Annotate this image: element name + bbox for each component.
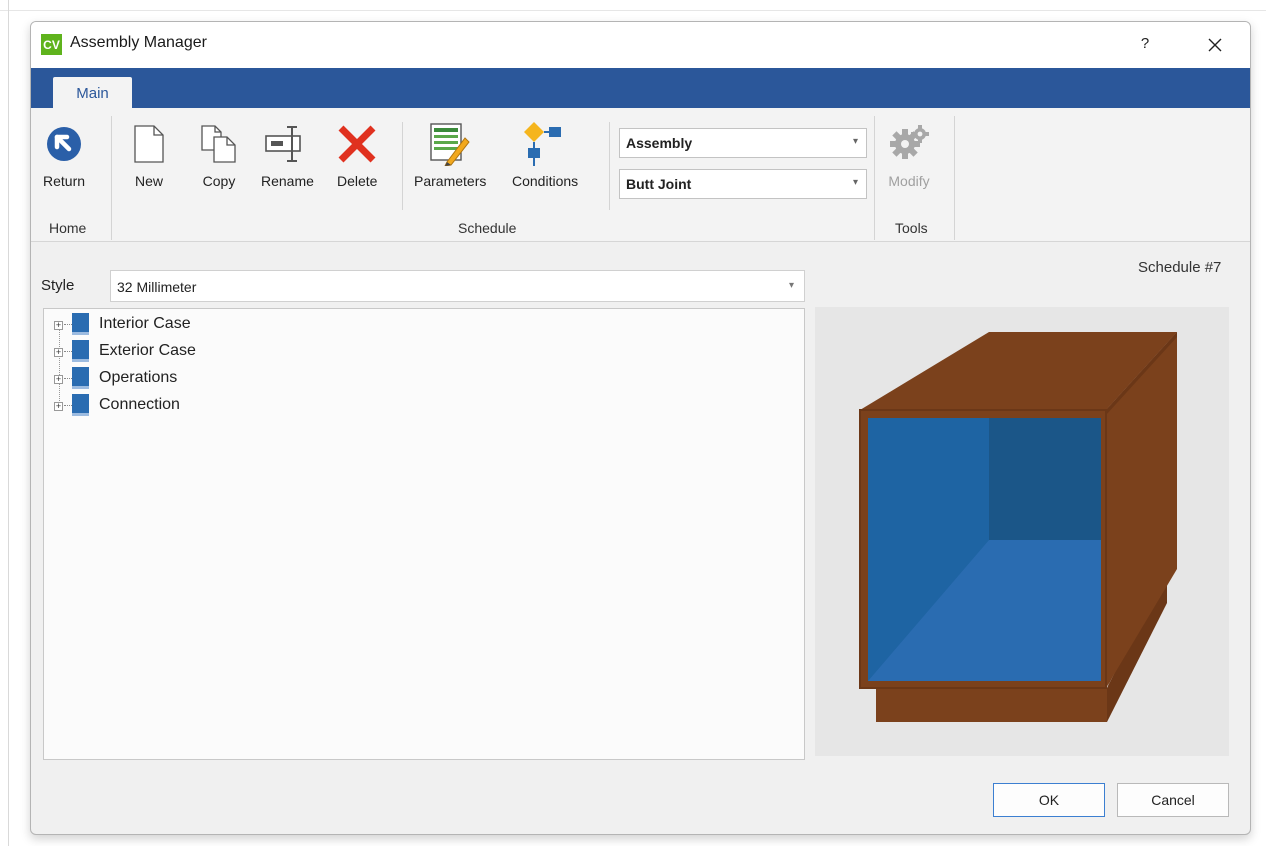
tree-connector: [64, 377, 72, 379]
rename-icon: [265, 126, 302, 162]
copy-button[interactable]: Copy: [201, 118, 237, 189]
book-icon: [72, 394, 89, 416]
tree-item-label: Interior Case: [99, 315, 191, 332]
screen-top-edge: [0, 10, 1266, 11]
assembly-type-select[interactable]: Assembly ▾: [619, 128, 867, 158]
ribbon-separator: [609, 122, 610, 210]
cancel-button[interactable]: Cancel: [1117, 783, 1229, 817]
tab-main[interactable]: Main: [53, 77, 132, 109]
tree-item-interior-case[interactable]: + Interior Case: [54, 312, 191, 336]
tree-item-operations[interactable]: + Operations: [54, 366, 177, 390]
modify-button[interactable]: Modify: [888, 118, 930, 189]
gear-icon: [890, 125, 929, 159]
tree-connector: [64, 404, 72, 406]
new-label: New: [134, 173, 163, 189]
help-button[interactable]: ?: [1131, 28, 1159, 58]
style-select[interactable]: 32 Millimeter ▾: [110, 270, 805, 302]
new-button[interactable]: New: [134, 118, 164, 189]
assembly-tree[interactable]: + Interior Case + Exterior Case + Operat…: [43, 308, 805, 760]
chevron-down-icon: ▾: [852, 177, 858, 188]
ribbon: Return Home New Copy Rename Delete Param…: [31, 108, 1250, 242]
conditions-label: Conditions: [512, 173, 579, 189]
chevron-down-icon: ▾: [852, 136, 858, 147]
group-label-tools: Tools: [895, 220, 928, 236]
conditions-flowchart-icon: [524, 122, 562, 166]
expand-icon[interactable]: +: [54, 401, 63, 411]
ribbon-separator: [954, 116, 955, 240]
rename-button[interactable]: Rename: [261, 118, 314, 189]
book-icon: [72, 313, 89, 335]
tree-connector: [64, 323, 72, 325]
rename-label: Rename: [261, 173, 314, 189]
return-button[interactable]: Return: [43, 118, 85, 189]
assembly-manager-dialog: CV Assembly Manager ? Main Return Home N…: [30, 21, 1251, 835]
title-bar: CV Assembly Manager ?: [31, 22, 1250, 68]
conditions-button[interactable]: Conditions: [512, 118, 578, 189]
ribbon-tab-strip: [31, 68, 1250, 108]
book-icon: [72, 367, 89, 389]
ribbon-separator: [402, 122, 403, 210]
delete-label: Delete: [337, 173, 378, 189]
tree-connector: [64, 350, 72, 352]
group-label-schedule: Schedule: [458, 220, 517, 236]
new-document-icon: [134, 125, 164, 163]
close-icon: [1208, 38, 1222, 52]
assembly-type-value: Assembly: [626, 135, 693, 151]
delete-button[interactable]: Delete: [337, 118, 377, 189]
expand-icon[interactable]: +: [54, 374, 63, 384]
schedule-number-label: Schedule #7: [1138, 259, 1222, 276]
parameters-button[interactable]: Parameters: [414, 118, 486, 189]
return-label: Return: [43, 173, 86, 189]
group-label-home: Home: [49, 220, 87, 236]
ok-button[interactable]: OK: [993, 783, 1105, 817]
style-value: 32 Millimeter: [117, 279, 197, 295]
cabinet-preview: [815, 307, 1229, 756]
modify-label: Modify: [888, 173, 930, 189]
window-title: Assembly Manager: [70, 34, 207, 51]
joint-type-value: Butt Joint: [626, 176, 692, 192]
tree-item-label: Connection: [99, 396, 180, 413]
cabinet-3d-illustration: [859, 332, 1177, 722]
expand-icon[interactable]: +: [54, 347, 63, 357]
app-logo-icon: CV: [41, 34, 62, 55]
close-button[interactable]: [1197, 29, 1233, 61]
expand-icon[interactable]: +: [54, 320, 63, 330]
style-label: Style: [41, 277, 75, 294]
tree-item-label: Operations: [99, 369, 178, 386]
parameters-sheet-icon: [430, 123, 470, 166]
joint-type-select[interactable]: Butt Joint ▾: [619, 169, 867, 199]
book-icon: [72, 340, 89, 362]
delete-x-icon: [338, 125, 376, 163]
ribbon-separator: [111, 116, 112, 240]
tree-item-connection[interactable]: + Connection: [54, 393, 180, 417]
parameters-label: Parameters: [414, 173, 487, 189]
copy-icon: [201, 125, 236, 163]
tree-item-label: Exterior Case: [99, 342, 196, 359]
return-arrow-icon: [47, 127, 82, 161]
copy-label: Copy: [202, 173, 236, 189]
chevron-down-icon: ▾: [788, 280, 794, 291]
tree-item-exterior-case[interactable]: + Exterior Case: [54, 339, 196, 363]
screen-left-edge: [8, 0, 9, 846]
ribbon-separator: [874, 116, 875, 240]
